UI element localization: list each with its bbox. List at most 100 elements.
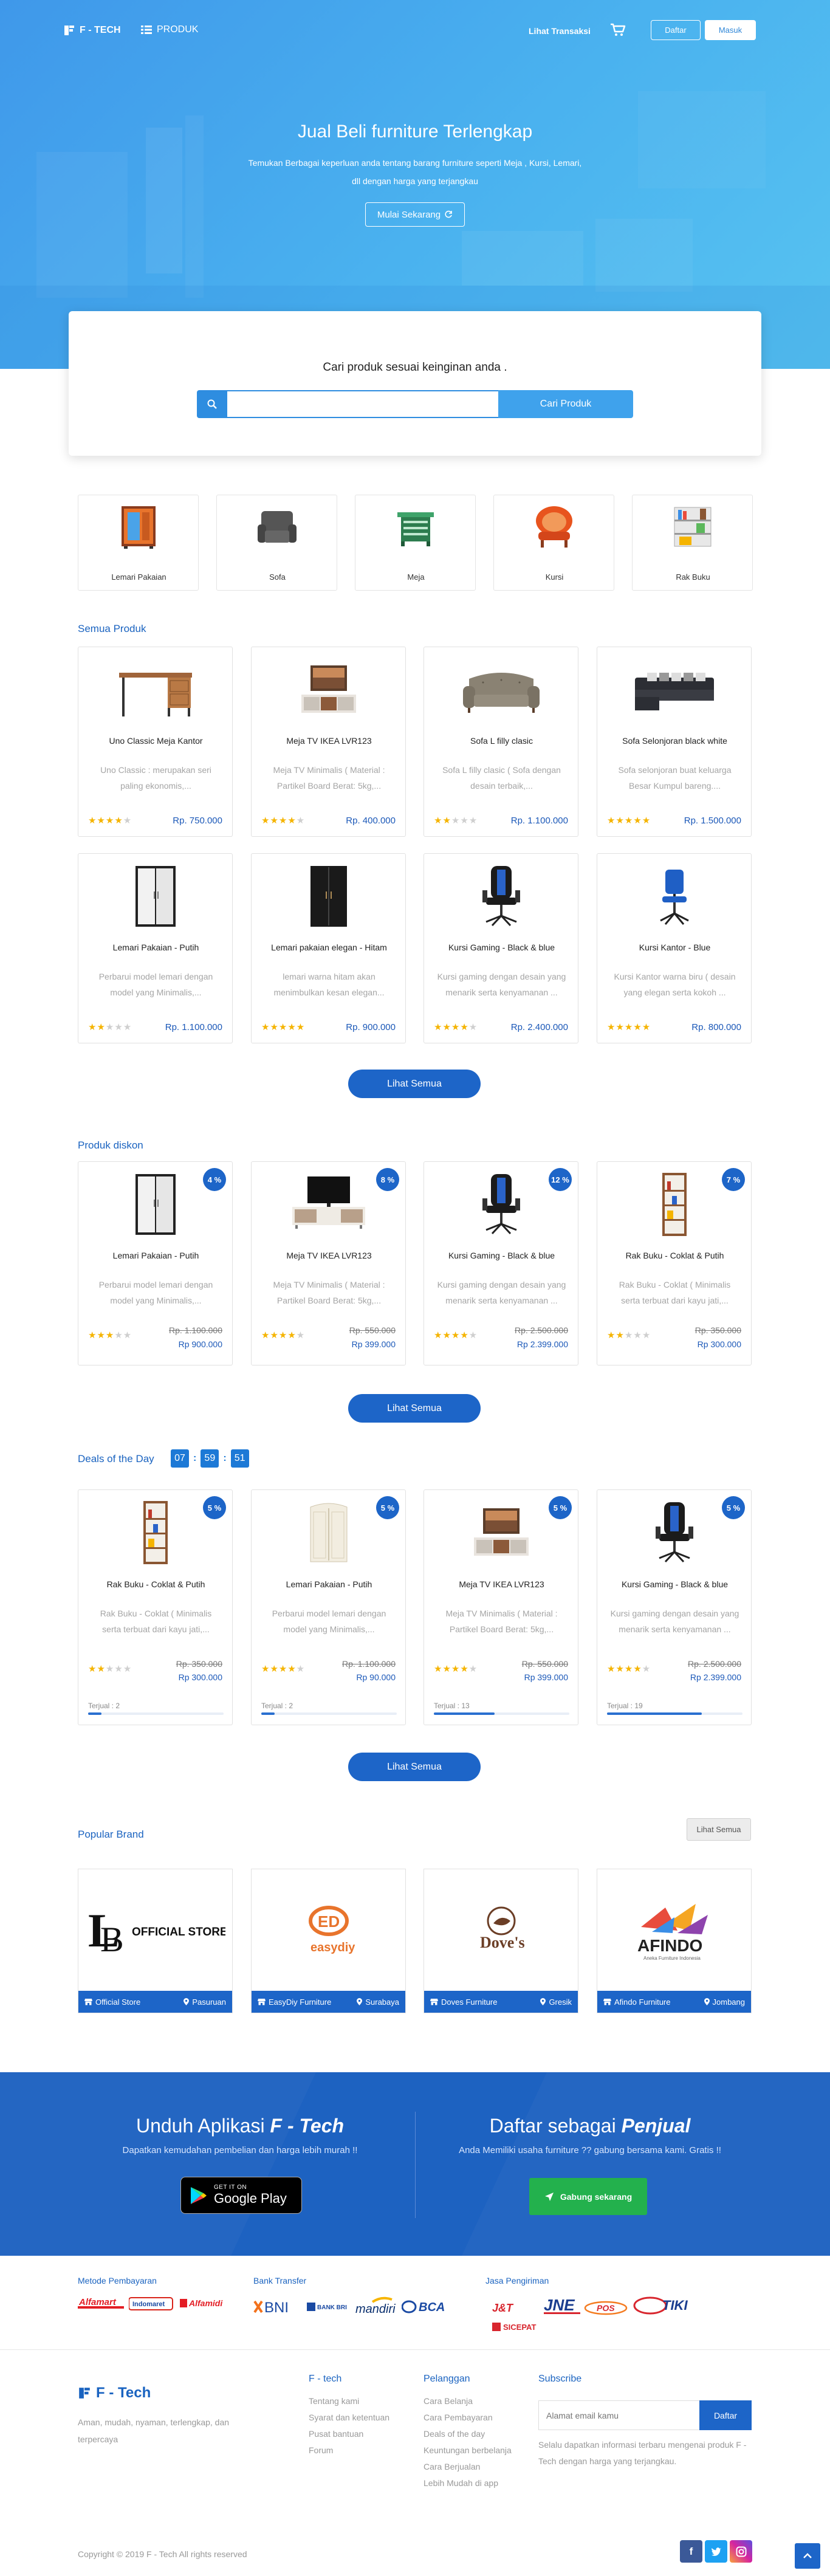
mandiri-logo: mandiri [355,2296,396,2316]
product-new-price: Rp 2.399.000 [690,1672,741,1682]
footer-link-app[interactable]: Lebih Mudah di app [424,2475,512,2492]
search-input[interactable] [227,390,498,418]
table-icon [391,503,440,551]
search-icon [197,390,227,418]
cari-produk-button[interactable]: Cari Produk [498,390,633,418]
footer-link-berjualan[interactable]: Cara Berjualan [424,2459,512,2475]
subscribe-email-input[interactable] [538,2400,699,2430]
footer-link-cara-pembayaran[interactable]: Cara Pembayaran [424,2409,512,2426]
lihat-semua-brand-button[interactable]: Lihat Semua [687,1818,751,1841]
cart-icon[interactable] [610,23,626,36]
brand-card[interactable]: ED easydiy EasyDiy Furniture Surabaya [251,1869,406,2013]
product-card[interactable]: Sofa L filly clasic Sofa L filly clasic … [424,647,578,837]
footer-link-syarat[interactable]: Syarat dan ketentuan [309,2409,389,2426]
deal-product-card[interactable]: 5 % Meja TV IKEA LVR123 Meja TV Minimali… [424,1489,578,1725]
back-to-top-button[interactable] [795,2543,820,2569]
discount-product-card[interactable]: 8 % Meja TV IKEA LVR123 Meja TV Minimali… [251,1161,406,1365]
brand-name: EasyDiy Furniture [258,1997,331,2007]
product-new-price: Rp 399.000 [524,1672,568,1682]
daftar-em: Penjual [621,2115,691,2137]
discount-product-card[interactable]: 12 % Kursi Gaming - Black & blue Kursi g… [424,1161,578,1365]
product-card[interactable]: Sofa Selonjoran black white Sofa selonjo… [597,647,752,837]
product-card[interactable]: Lemari pakaian elegan - Hitam lemari war… [251,853,406,1043]
product-price: Rp. 1.100.000 [165,1022,222,1032]
brand-card[interactable]: AFINDO Aneka Furniture Indonesia Afindo F… [597,1869,752,2013]
discount-product-card[interactable]: 7 % Rak Buku - Coklat & Putih Rak Buku -… [597,1161,752,1365]
product-rating: ★★★★★ [88,1664,132,1674]
footer-col-title: F - tech [309,2374,342,2384]
brand-info-bar: Doves Furniture Gresik [424,1991,578,2013]
product-card[interactable]: Kursi Kantor - Blue Kursi Kantor warna b… [597,853,752,1043]
masuk-button[interactable]: Masuk [705,20,756,40]
category-wardrobe[interactable]: Lemari Pakaian [78,495,199,591]
footer-link-deals[interactable]: Deals of the day [424,2426,512,2442]
product-price: Rp. 800.000 [691,1022,741,1032]
sold-progress-fill [434,1712,495,1715]
category-bookshelf[interactable]: Rak Buku [632,495,753,591]
product-card[interactable]: Meja TV IKEA LVR123 Meja TV Minimalis ( … [251,647,406,837]
product-card[interactable]: Kursi Gaming - Black & blue Kursi gaming… [424,853,578,1043]
google-play-icon [191,2186,207,2204]
footer-link-bantuan[interactable]: Pusat bantuan [309,2426,389,2442]
brand-card[interactable]: Dove's Doves Furniture Gresik [424,1869,578,2013]
lihat-semua-produk-button[interactable]: Lihat Semua [348,1070,481,1098]
product-image [283,1497,374,1569]
store-icon [430,1999,438,2005]
page: { "nav": { "logo": "F - TECH", "produk":… [0,0,830,2576]
nav-lihat-transaksi[interactable]: Lihat Transaksi [529,26,591,36]
svg-text:mandiri: mandiri [355,2303,396,2316]
daftar-button[interactable]: Daftar [651,20,701,40]
discount-badge: 5 % [549,1496,572,1519]
discount-product-card[interactable]: 4 % Lemari Pakaian - Putih Perbarui mode… [78,1161,233,1365]
footer-link-forum[interactable]: Forum [309,2442,389,2459]
product-card[interactable]: Uno Classic Meja Kantor Uno Classic : me… [78,647,233,837]
product-image [629,1497,720,1569]
sold-progress-fill [261,1712,275,1715]
unduh-subtitle: Dapatkan kemudahan pembelian dan harga l… [122,2145,358,2155]
footer-link-keuntungan[interactable]: Keuntungan berbelanja [424,2442,512,2459]
product-name: Uno Classic Meja Kantor [109,736,203,746]
deals-title: Deals of the Day [78,1453,154,1465]
product-rating: ★★★★★ [261,1330,306,1341]
alfamart-logo: Alfamart [78,2297,124,2309]
product-rating: ★★★★★ [434,1664,478,1674]
footer-link-tentang[interactable]: Tentang kami [309,2393,389,2409]
instagram-icon[interactable] [730,2540,752,2563]
category-table[interactable]: Meja [355,495,476,591]
brand-logo: AFINDO Aneka Furniture Indonesia [597,1869,751,1991]
subscribe-button[interactable]: Daftar [699,2400,752,2430]
deal-product-card[interactable]: 5 % Rak Buku - Coklat & Putih Rak Buku -… [78,1489,233,1725]
product-rating: ★★★★★ [607,1330,651,1341]
unduh-aplikasi-title: Unduh Aplikasi F - Tech [79,2115,401,2137]
category-sofa[interactable]: Sofa [216,495,337,591]
logo[interactable]: F - TECH [63,24,121,36]
google-play-button[interactable]: GET IT ON Google Play [180,2177,302,2214]
lihat-semua-diskon-button[interactable]: Lihat Semua [348,1394,481,1423]
facebook-icon[interactable]: f [680,2540,702,2563]
product-card[interactable]: Lemari Pakaian - Putih Perbarui model le… [78,853,233,1043]
product-old-price: Rp. 550.000 [521,1659,568,1669]
brand-name-text: Afindo Furniture [614,1997,671,2007]
product-description: Kursi gaming dengan desain yang menarik … [437,972,566,997]
sold-progress-bar [607,1712,743,1715]
product-price: Rp. 750.000 [173,816,222,826]
brand-city: Jombang [704,1997,745,2007]
brand-card[interactable]: L B OFFICIAL STORE Official Store Pasuruan [78,1869,233,2013]
deal-product-card[interactable]: 5 % Kursi Gaming - Black & blue Kursi ga… [597,1489,752,1725]
deal-product-card[interactable]: 5 % Lemari Pakaian - Putih Perbarui mode… [251,1489,406,1725]
product-image [110,1169,201,1241]
bank-transfer-logos: BNI BANK BRI mandiri BCA [253,2296,449,2318]
gp-big-text: Google Play [214,2191,287,2206]
mulai-sekarang-button[interactable]: Mulai Sekarang [365,202,465,227]
gabung-sekarang-button[interactable]: Gabung sekarang [529,2178,647,2215]
category-chair[interactable]: Kursi [493,495,614,591]
twitter-icon[interactable] [705,2540,727,2563]
send-icon [544,2192,554,2201]
location-pin-icon [183,1998,190,2005]
footer-link-cara-belanja[interactable]: Cara Belanja [424,2393,512,2409]
footer-description: Aman, mudah, nyaman, terlengkap, dan ter… [78,2417,230,2444]
footer-logo[interactable]: F - Tech [78,2385,151,2402]
nav-produk[interactable]: PRODUK [141,24,198,35]
svg-text:OFFICIAL STORE: OFFICIAL STORE [132,1926,225,1939]
lihat-semua-deals-button[interactable]: Lihat Semua [348,1753,481,1781]
